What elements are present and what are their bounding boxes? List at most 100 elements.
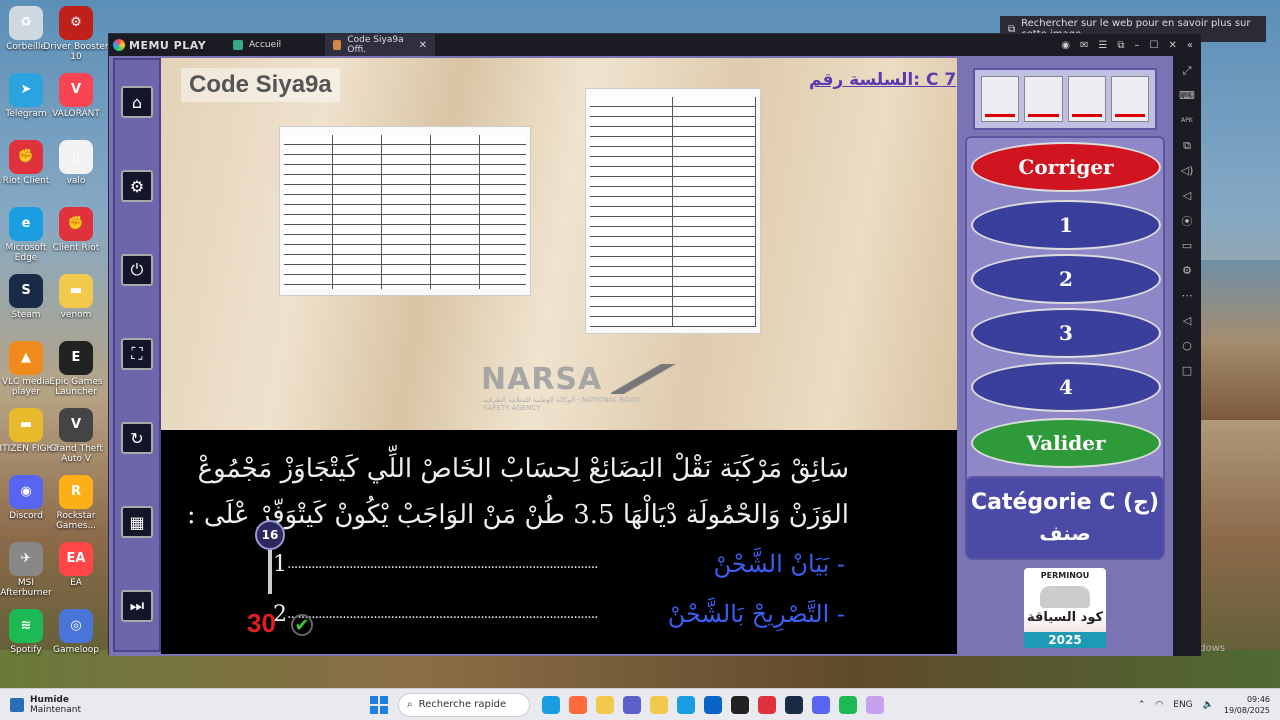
desktop-icon[interactable]: ▯ valo <box>43 140 109 186</box>
desktop-icon[interactable]: R Rockstar Games... <box>43 475 109 531</box>
taskbar-app-icon[interactable] <box>839 695 857 714</box>
app-icon: ▬ <box>9 408 43 442</box>
app-icon: ✊ <box>9 140 43 174</box>
home-button[interactable]: ⌂ <box>121 86 153 118</box>
taskbar-app-icon[interactable] <box>596 695 614 714</box>
app-icon: ▲ <box>9 341 43 375</box>
option-3-button[interactable]: 3 <box>971 308 1161 358</box>
window-control-icon[interactable]: ☐ <box>1150 40 1159 51</box>
toolbar-icon[interactable]: □ <box>1179 362 1195 379</box>
profile-button[interactable]: ▦ <box>121 506 153 538</box>
close-tab-icon[interactable]: ✕ <box>419 40 427 51</box>
toolbar-icon[interactable]: ◁ <box>1179 312 1195 329</box>
toolbar-icon[interactable]: ⋯ <box>1179 287 1195 304</box>
desktop-icon-label: venom <box>60 310 92 320</box>
desktop-icon[interactable]: V Grand Theft Auto V <box>43 408 109 464</box>
toolbar-icon[interactable]: ◁) <box>1179 162 1195 179</box>
start-button[interactable] <box>370 695 388 714</box>
question-image-stage: Code Siya9a السلسة رقم: C 7 NARSA الوكال… <box>161 58 957 430</box>
desktop-icon[interactable]: ◎ Gameloop <box>43 609 109 655</box>
skip-next-icon: ⏭ <box>129 596 145 615</box>
next-button[interactable]: ⏭ <box>121 590 153 622</box>
document-image-1 <box>279 126 531 296</box>
clock[interactable]: 09:46 19/08/2025 <box>1224 694 1270 716</box>
toolbar-icon[interactable]: ⧉ <box>1179 137 1195 154</box>
toolbar-icon[interactable]: ⚙ <box>1179 262 1195 279</box>
memu-brand-text: MEMU PLAY <box>129 38 207 52</box>
volume-icon[interactable]: 🔈 <box>1203 700 1214 710</box>
taskbar-app-icon[interactable] <box>704 695 722 714</box>
toolbar-icon[interactable]: ⌨ <box>1179 87 1195 104</box>
app-icon: e <box>9 207 43 241</box>
home-icon: ⌂ <box>131 92 143 112</box>
toolbar-icon[interactable]: ⤢ <box>1179 62 1195 79</box>
app-icon: V <box>59 408 93 442</box>
window-control-icon[interactable]: ◉ <box>1061 40 1070 51</box>
option-4-button[interactable]: 4 <box>971 362 1161 412</box>
question-number-badge: 16 <box>255 520 285 550</box>
power-icon: ⏻ <box>130 260 144 279</box>
taskbar-app-icon[interactable] <box>785 695 803 714</box>
desktop-icon-label: Rockstar Games... <box>55 511 97 531</box>
question-progress-stem <box>268 550 272 594</box>
wifi-icon[interactable]: ◠ <box>1155 700 1163 710</box>
answer-slots <box>973 68 1157 130</box>
taskbar-app-icon[interactable] <box>569 695 587 714</box>
desktop-icon-label: Client Riot <box>52 243 100 253</box>
app-icon: ✊ <box>59 207 93 241</box>
replay-button[interactable]: ↻ <box>121 422 153 454</box>
taskbar-app-icon[interactable] <box>650 695 668 714</box>
emulator-sidebar: ⤢ ⌨ APK ⧉ ◁) ◁ ⦿ ▭ ⚙ ⋯ ◁ ○ □ <box>1173 56 1201 656</box>
desktop-icon[interactable]: ▬ venom <box>43 274 109 320</box>
taskbar-app-icon[interactable] <box>623 695 641 714</box>
toolbar-icon[interactable]: ◁ <box>1179 187 1195 204</box>
answer-slot <box>1024 76 1063 122</box>
app-tab-icon <box>333 40 342 50</box>
taskbar-app-icon[interactable] <box>731 695 749 714</box>
corriger-button[interactable]: Corriger <box>971 142 1161 192</box>
answer-1-text: - بَيَانْ الشَّحْنْ <box>713 550 845 578</box>
toolbar-icon[interactable]: APK <box>1179 112 1195 129</box>
toolbar-icon[interactable]: ⦿ <box>1179 212 1195 229</box>
window-control-icon[interactable]: ☰ <box>1098 40 1107 51</box>
check-icon: ✔ <box>291 614 313 636</box>
desktop-icon[interactable]: ✊ Client Riot <box>43 207 109 253</box>
narsa-logo: NARSA <box>481 362 603 397</box>
emulator-titlebar: MEMU PLAY Accueil Code Siya9a Offi. ✕ ◉ ✉… <box>109 34 1201 56</box>
weather-widget[interactable]: Humide Maintenant <box>0 695 370 715</box>
weather-sub: Maintenant <box>30 704 82 715</box>
window-control-icon[interactable]: – <box>1135 40 1140 51</box>
taskbar-app-icon[interactable] <box>758 695 776 714</box>
taskbar-app-icon[interactable] <box>677 695 695 714</box>
code-siya9a-app: ⌂ ⚙ ⏻ ⛶ ↻ ▦ ⏭ Code Siya9a السلسة رقم: C … <box>109 56 1173 656</box>
taskbar-app-icon[interactable] <box>866 695 884 714</box>
option-2-button[interactable]: 2 <box>971 254 1161 304</box>
toolbar-icon[interactable]: ▭ <box>1179 237 1195 254</box>
app-icon: V <box>59 73 93 107</box>
desktop-icon-label: Epic Games Launcher <box>49 377 103 397</box>
taskbar-search[interactable]: ⌕ Recherche rapide <box>398 692 530 717</box>
desktop-icon[interactable]: ⚙ Driver Booster 10 <box>43 6 109 62</box>
tab-code-siya9a[interactable]: Code Siya9a Offi. ✕ <box>325 34 435 56</box>
chevron-up-icon[interactable]: ⌃ <box>1138 700 1146 710</box>
taskbar-app-icon[interactable] <box>812 695 830 714</box>
window-control-icon[interactable]: « <box>1187 40 1193 51</box>
option-1-button[interactable]: 1 <box>971 200 1161 250</box>
answer-2-dots: ........................................… <box>287 606 599 622</box>
category-box: Catégorie C (ج) صنف <box>965 476 1165 560</box>
window-control-icon[interactable]: ✉ <box>1080 40 1088 51</box>
taskbar-app-icon[interactable] <box>542 695 560 714</box>
fullscreen-button[interactable]: ⛶ <box>121 338 153 370</box>
window-control-icon[interactable]: ⧉ <box>1117 40 1124 51</box>
desktop-icon[interactable]: V VALORANT <box>43 73 109 119</box>
tab-code-siya9a-label: Code Siya9a Offi. <box>347 35 404 55</box>
desktop-icon[interactable]: E Epic Games Launcher <box>43 341 109 397</box>
toolbar-icon[interactable]: ○ <box>1179 337 1195 354</box>
tab-accueil[interactable]: Accueil <box>225 34 325 56</box>
language-indicator[interactable]: ENG <box>1173 700 1192 710</box>
settings-button[interactable]: ⚙ <box>121 170 153 202</box>
desktop-icon[interactable]: EA EA <box>43 542 109 588</box>
valider-button[interactable]: Valider <box>971 418 1161 468</box>
power-button[interactable]: ⏻ <box>121 254 153 286</box>
window-control-icon[interactable]: ✕ <box>1168 40 1176 51</box>
